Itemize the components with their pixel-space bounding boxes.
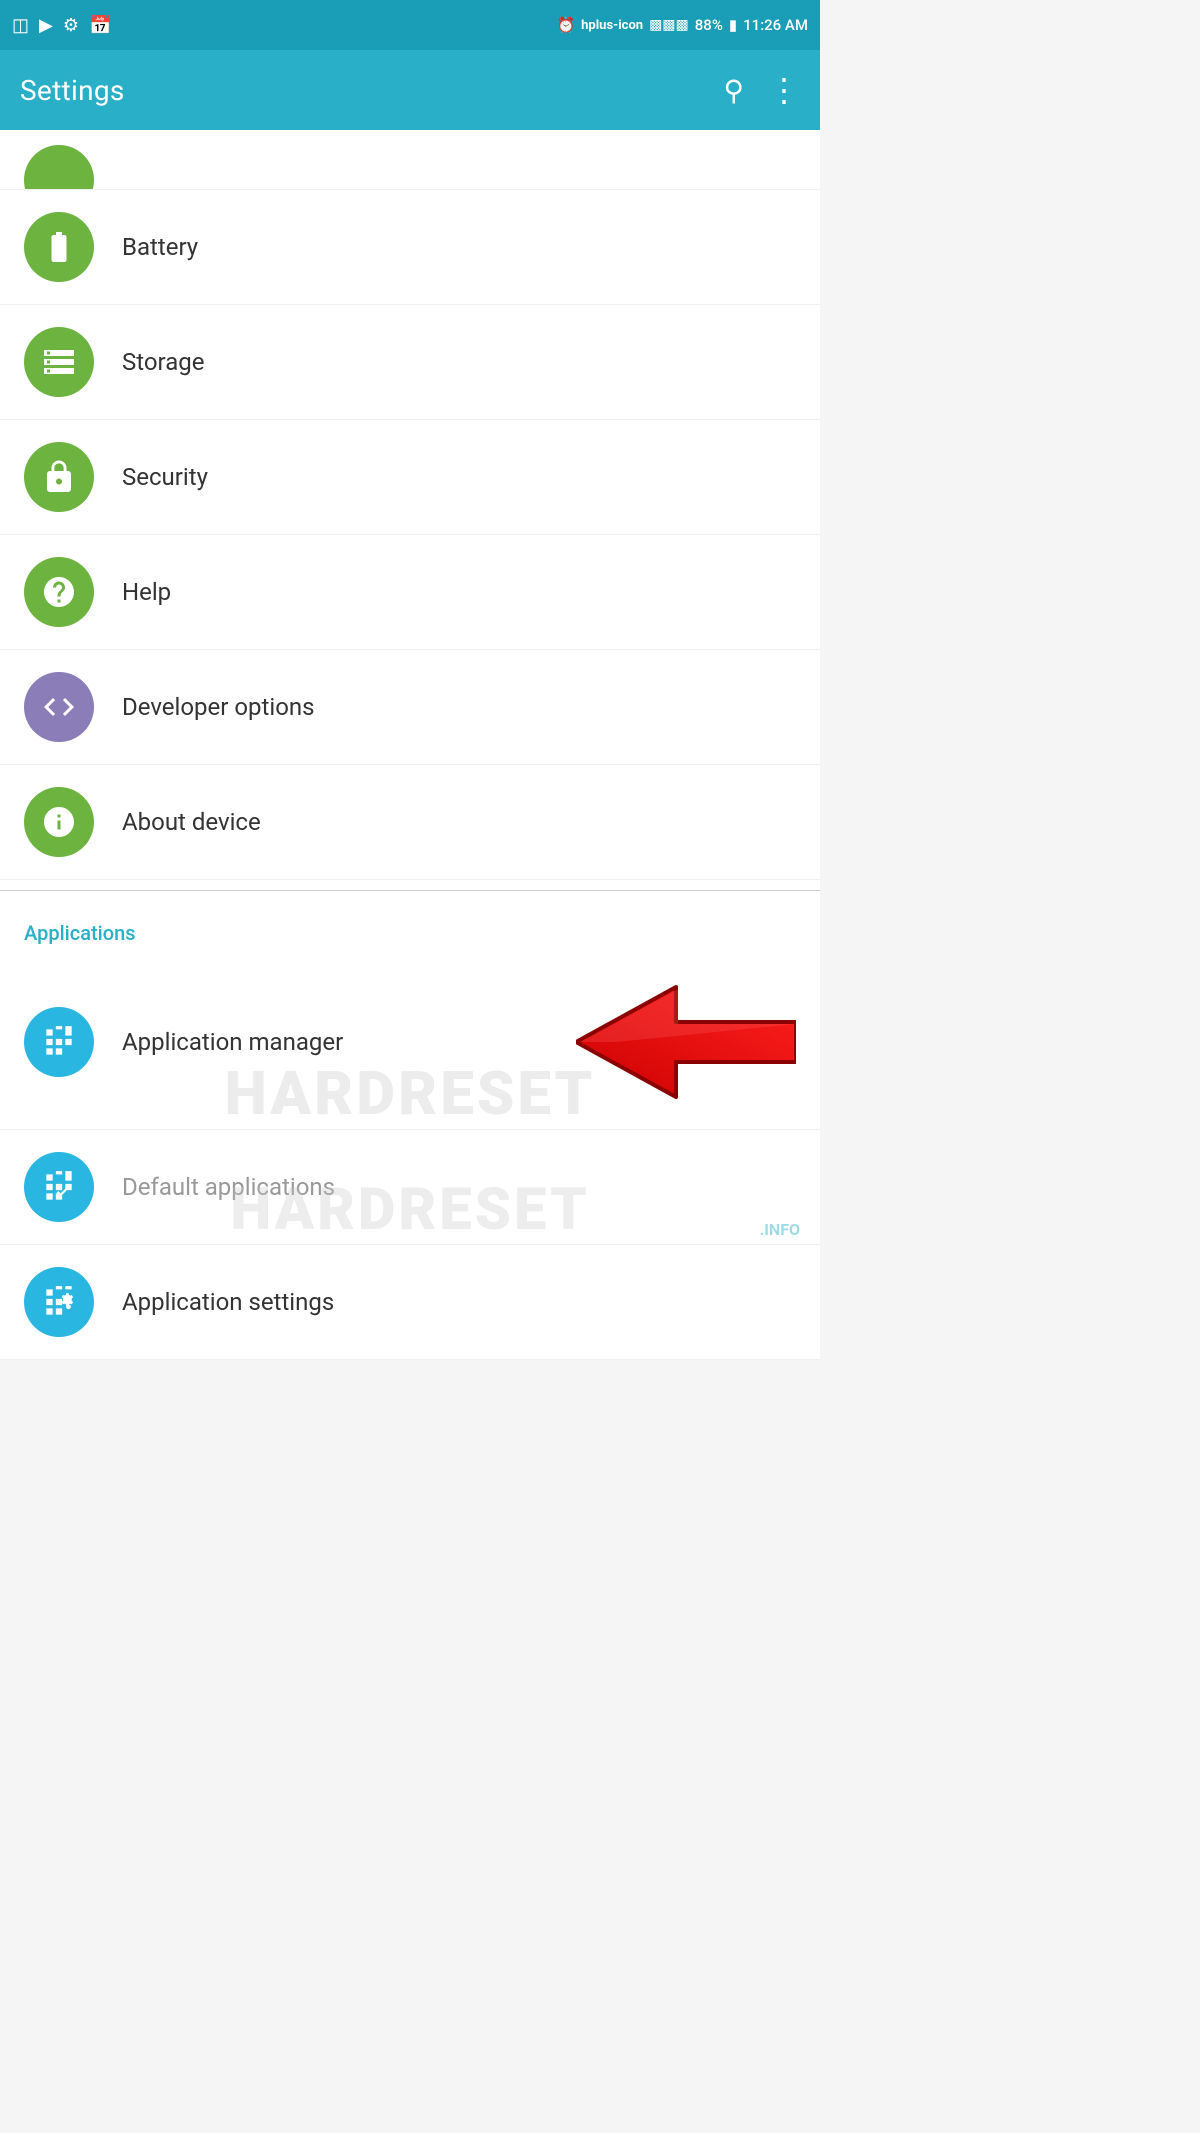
security-label: Security: [122, 463, 208, 491]
search-icon[interactable]: ⚲: [723, 74, 744, 107]
apps-gear-icon: [40, 1283, 78, 1321]
apps-check-icon: [40, 1168, 78, 1206]
developer-icon-circle: [24, 672, 94, 742]
watermark-sub: .INFO: [760, 1220, 800, 1239]
apps-icon: [40, 1023, 78, 1061]
app-manager-label: Application manager: [122, 1028, 343, 1056]
hplus-label: hplus-icon: [581, 18, 643, 33]
app-settings-label: Application settings: [122, 1288, 334, 1316]
developer-options-label: Developer options: [122, 693, 315, 721]
storage-icon-circle: [24, 327, 94, 397]
help-label: Help: [122, 578, 171, 606]
time-display: 11:26 AM: [743, 16, 808, 34]
default-apps-icon-circle: [24, 1152, 94, 1222]
storage-label: Storage: [122, 348, 204, 376]
app-settings-icon-circle: [24, 1267, 94, 1337]
settings-item-battery[interactable]: Battery: [0, 190, 820, 305]
app-manager-icon-circle: [24, 1007, 94, 1077]
battery-label: Battery: [122, 233, 198, 261]
settings-list: Battery Storage Security Help: [0, 130, 820, 1360]
settings-item-default-applications[interactable]: Default applications HARDRESET .INFO: [0, 1130, 820, 1245]
toolbar-icons: ⚲ ⋮: [723, 71, 800, 109]
settings-item-about-device[interactable]: About device: [0, 765, 820, 880]
battery-icon-circle: [24, 212, 94, 282]
info-icon: [41, 804, 77, 840]
settings-item-help[interactable]: Help: [0, 535, 820, 650]
settings-item-storage[interactable]: Storage: [0, 305, 820, 420]
about-device-label: About device: [122, 808, 261, 836]
settings-item-developer-options[interactable]: Developer options: [0, 650, 820, 765]
status-bar-right: ⏰ hplus-icon ▩▩▩ 88% ▮ 11:26 AM: [556, 16, 808, 34]
toolbar: Settings ⚲ ⋮: [0, 50, 820, 130]
gear-icon: ⚙: [63, 15, 79, 36]
partial-icon: [24, 145, 94, 191]
settings-item-application-settings[interactable]: Application settings: [0, 1245, 820, 1360]
battery-icon: ▮: [729, 16, 737, 34]
settings-item-application-manager[interactable]: Application manager HARDRESET: [0, 955, 820, 1130]
status-bar: ◫ ▶ ⚙ 📅 ⏰ hplus-icon ▩▩▩ 88% ▮ 11:26 AM: [0, 0, 820, 50]
code-icon: [41, 689, 77, 725]
section-divider: [0, 890, 820, 891]
bag-icon: 📅: [89, 15, 111, 36]
alarm-icon: ⏰: [556, 16, 575, 34]
storage-icon: [41, 344, 77, 380]
red-arrow-icon: [576, 977, 796, 1107]
settings-item-security[interactable]: Security: [0, 420, 820, 535]
default-apps-label: Default applications: [122, 1173, 335, 1201]
about-icon-circle: [24, 787, 94, 857]
applications-section-header: Applications: [0, 901, 820, 955]
more-options-icon[interactable]: ⋮: [768, 71, 800, 109]
signal-icon: ▩▩▩: [649, 17, 689, 33]
lock-icon: [41, 459, 77, 495]
battery-percentage: 88%: [695, 16, 723, 34]
arrow-container: Application manager: [122, 977, 796, 1107]
photo-icon: ◫: [12, 15, 29, 36]
partial-top-item: [0, 140, 820, 190]
help-icon-circle: [24, 557, 94, 627]
status-bar-left: ◫ ▶ ⚙ 📅: [12, 15, 111, 36]
help-icon: [41, 574, 77, 610]
video-icon: ▶: [39, 15, 53, 36]
battery-icon: [41, 229, 77, 265]
security-icon-circle: [24, 442, 94, 512]
page-title: Settings: [20, 74, 125, 107]
